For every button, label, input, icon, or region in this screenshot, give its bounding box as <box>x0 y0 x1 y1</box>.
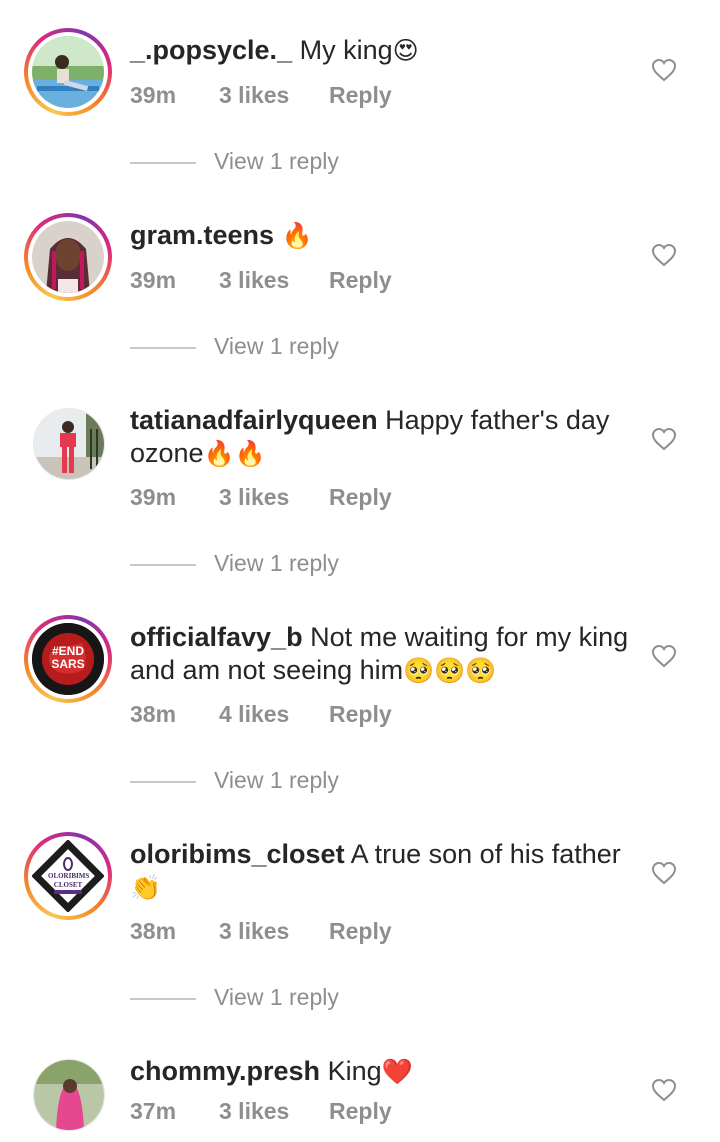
divider <box>130 347 196 349</box>
likes-count[interactable]: 3 likes <box>219 267 289 294</box>
reply-button[interactable]: Reply <box>329 1098 392 1125</box>
reply-button[interactable]: Reply <box>329 82 392 109</box>
avatar[interactable] <box>24 28 112 116</box>
divider <box>130 564 196 566</box>
view-replies-label: View 1 reply <box>214 767 339 793</box>
avatar-logo-text: OLORIBIMS CLOSET <box>48 872 90 889</box>
comment-time: 38m <box>130 701 177 727</box>
comment-username[interactable]: tatianadfairlyqueen <box>130 405 378 435</box>
avatar[interactable]: #END SARS <box>24 615 112 703</box>
avatar[interactable]: OLORIBIMS CLOSET <box>24 832 112 920</box>
emoji: 👏 <box>130 873 162 902</box>
comment-text: tatianadfairlyqueen Happy father's day o… <box>130 404 630 470</box>
comment-username[interactable]: officialfavy_b <box>130 622 303 652</box>
reply-button[interactable]: Reply <box>329 267 392 294</box>
comment-time: 37m <box>130 1098 177 1124</box>
comment-body: King <box>327 1056 382 1086</box>
avatar[interactable] <box>24 213 112 301</box>
avatar[interactable] <box>24 403 112 491</box>
heart-outline-icon[interactable] <box>651 1078 677 1102</box>
view-replies-label: View 1 reply <box>214 984 339 1010</box>
comment-time: 39m <box>130 267 177 293</box>
reply-button[interactable]: Reply <box>329 484 392 511</box>
heart-outline-icon[interactable] <box>651 243 677 267</box>
comment-text: officialfavy_b Not me waiting for my kin… <box>130 621 630 687</box>
likes-count[interactable]: 3 likes <box>219 82 289 109</box>
reply-button[interactable]: Reply <box>329 701 392 728</box>
emoji: 🥺🥺🥺 <box>403 656 497 685</box>
comment-text: oloribims_closet A true son of his fathe… <box>130 838 630 904</box>
emoji: 😍 <box>392 36 419 65</box>
view-replies-label: View 1 reply <box>214 148 339 174</box>
avatar-logo-text: #END SARS <box>51 644 85 671</box>
comment-username[interactable]: chommy.presh <box>130 1056 320 1086</box>
view-replies-label: View 1 reply <box>214 550 339 576</box>
comment-username[interactable]: oloribims_closet <box>130 839 345 869</box>
comment-username[interactable]: gram.teens <box>130 220 274 250</box>
likes-count[interactable]: 3 likes <box>219 918 289 945</box>
emoji: ❤️ <box>381 1057 413 1086</box>
comment-text: gram.teens 🔥 <box>130 219 630 252</box>
likes-count[interactable]: 3 likes <box>219 484 289 511</box>
likes-count[interactable]: 3 likes <box>219 1098 289 1125</box>
comment-text: _.popsycle._ My king😍 <box>130 34 630 67</box>
heart-outline-icon[interactable] <box>651 861 677 885</box>
view-replies-label: View 1 reply <box>214 333 339 359</box>
comment-time: 39m <box>130 484 177 510</box>
comment-time: 39m <box>130 82 177 108</box>
emoji: 🔥🔥 <box>203 439 266 468</box>
comment-body: My king <box>299 35 393 65</box>
heart-outline-icon[interactable] <box>651 644 677 668</box>
likes-count[interactable]: 4 likes <box>219 701 289 728</box>
divider <box>130 998 196 1000</box>
comment-text: chommy.presh King❤️ <box>130 1055 630 1088</box>
comment-username[interactable]: _.popsycle._ <box>130 35 292 65</box>
reply-button[interactable]: Reply <box>329 918 392 945</box>
comment-time: 38m <box>130 918 177 944</box>
divider <box>130 781 196 783</box>
heart-outline-icon[interactable] <box>651 427 677 451</box>
comment-body: A true son of his father <box>350 839 621 869</box>
divider <box>130 162 196 164</box>
heart-outline-icon[interactable] <box>651 58 677 82</box>
emoji: 🔥 <box>281 221 313 250</box>
avatar[interactable] <box>24 1054 112 1142</box>
